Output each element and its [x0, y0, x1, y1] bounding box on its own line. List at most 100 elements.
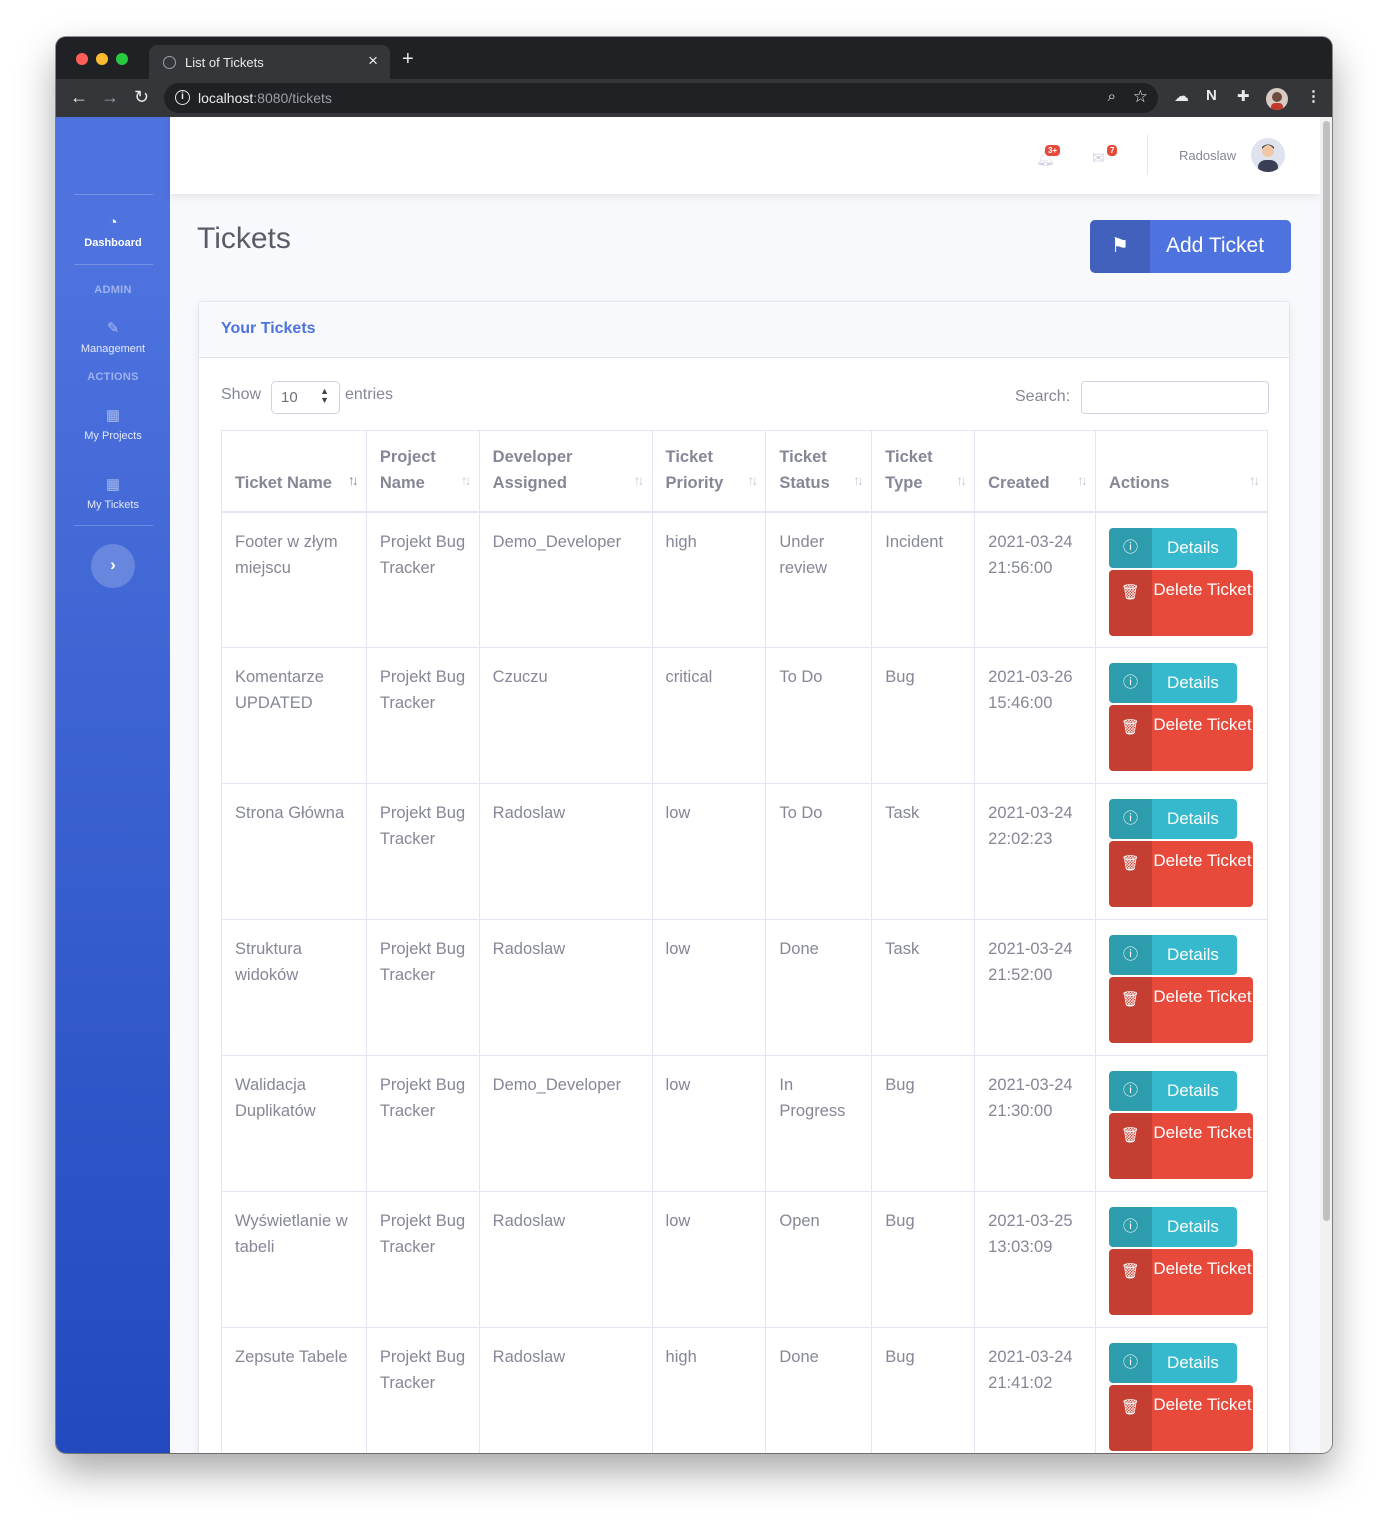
browser-toolbar: ← → ↻ i localhost:8080/tickets ⌕ ☆ ☁ N ✚… [56, 79, 1332, 117]
extensions-puzzle-icon[interactable]: ✚ [1237, 87, 1250, 105]
cell-type: Bug [871, 1191, 976, 1328]
site-info-icon[interactable]: i [175, 90, 190, 105]
forward-icon[interactable]: → [101, 87, 119, 108]
maximize-window-button[interactable] [116, 53, 128, 65]
entries-select[interactable]: 10 ▲ ▼ [271, 381, 340, 414]
search-label: Search: [1015, 388, 1071, 405]
info-circle-icon: ⓘ [1108, 663, 1152, 703]
info-circle-icon: ⓘ [1108, 799, 1152, 839]
sort-icon: ↑↓ [747, 471, 758, 488]
column-header-project-name[interactable]: Project Name ↑↓ [365, 430, 480, 513]
delete-ticket-button[interactable]: 🗑︎ Delete Ticket [1108, 1385, 1253, 1451]
tab-bar: List of Tickets × + [56, 37, 1332, 79]
table-icon: ▦ [105, 476, 121, 493]
sort-icon: ↑↓ [1076, 471, 1088, 488]
column-header-created[interactable]: Created ↑↓ [974, 430, 1096, 513]
scrollbar-thumb[interactable] [1323, 121, 1330, 1221]
alerts-badge: 3+ [1045, 145, 1061, 156]
details-button[interactable]: ⓘ Details [1108, 527, 1237, 568]
cell-actions: ⓘ Details 🗑︎ Delete Ticket [1094, 1055, 1269, 1192]
cell-type: Bug [871, 1055, 976, 1192]
sort-icon: ↑↓ [460, 471, 472, 488]
cell-status: To Do [765, 647, 873, 784]
new-tab-button[interactable]: + [402, 48, 414, 71]
cell-priority: high [651, 511, 767, 648]
cell-type: Incident [871, 511, 976, 648]
details-button[interactable]: ⓘ Details [1108, 1071, 1237, 1111]
sidebar-item-dashboard[interactable]: ◔ Dashboard [56, 214, 170, 249]
cell-ticket-name: Walidacja Duplikatów [221, 1055, 367, 1192]
bookmark-star-icon[interactable]: ☆ [1133, 87, 1148, 107]
cell-ticket-name: Struktura widoków [221, 919, 367, 1056]
topbar: 🔔︎ 3+ ✉ 7 Radoslaw [170, 117, 1320, 194]
cell-created: 2021-03-26 15:46:00 [974, 647, 1096, 784]
cell-ticket-name: Zepsute Tabele [221, 1327, 367, 1453]
address-bar[interactable]: i localhost:8080/tickets ⌕ ☆ [164, 83, 1158, 113]
column-header-priority[interactable]: Ticket Priority ↑↓ [651, 430, 767, 513]
delete-ticket-button[interactable]: 🗑︎ Delete Ticket [1108, 977, 1253, 1043]
reload-icon[interactable]: ↻ [134, 87, 149, 108]
details-button[interactable]: ⓘ Details [1108, 799, 1237, 839]
close-window-button[interactable] [76, 53, 88, 65]
cell-created: 2021-03-24 21:52:00 [974, 919, 1096, 1056]
details-button[interactable]: ⓘ Details [1108, 1207, 1237, 1247]
delete-ticket-button[interactable]: 🗑︎ Delete Ticket [1108, 1249, 1253, 1315]
column-header-status[interactable]: Ticket Status ↑↓ [765, 430, 873, 513]
cell-priority: critical [651, 647, 767, 784]
user-avatar[interactable] [1251, 138, 1285, 172]
notion-extension-icon[interactable]: N [1206, 87, 1217, 104]
sidebar-toggle-button[interactable]: › [91, 544, 135, 588]
trash-icon: 🗑︎ [1108, 705, 1152, 771]
browser-menu-icon[interactable]: ⋮ [1306, 87, 1321, 105]
trash-icon: 🗑︎ [1108, 1249, 1152, 1315]
cell-type: Task [871, 919, 976, 1056]
cell-ticket-name: Komentarze UPDATED [221, 647, 367, 784]
info-circle-icon: ⓘ [1108, 527, 1152, 568]
sidebar-heading-actions: ACTIONS [87, 371, 139, 383]
profile-avatar[interactable] [1266, 88, 1288, 110]
trash-icon: 🗑︎ [1108, 1385, 1152, 1451]
back-icon[interactable]: ← [70, 87, 88, 108]
trash-icon: 🗑︎ [1108, 569, 1152, 636]
sidebar-item-management[interactable]: ✎ Management [56, 319, 170, 355]
add-ticket-button[interactable]: ⚑ Add Ticket [1090, 220, 1291, 273]
delete-ticket-button[interactable]: 🗑︎ Delete Ticket [1108, 569, 1253, 636]
close-tab-icon[interactable]: × [368, 51, 378, 71]
cell-developer: Czuczu [478, 647, 653, 784]
sidebar-divider [74, 525, 153, 526]
table-icon: ▦ [105, 407, 121, 424]
table-row: Komentarze UPDATED Projekt Bug Tracker C… [221, 647, 1269, 784]
minimize-window-button[interactable] [96, 53, 108, 65]
details-button[interactable]: ⓘ Details [1108, 935, 1237, 975]
sidebar-item-my-tickets[interactable]: ▦ My Tickets [56, 475, 170, 511]
delete-ticket-button[interactable]: 🗑︎ Delete Ticket [1108, 705, 1253, 771]
info-circle-icon: ⓘ [1108, 1343, 1152, 1383]
column-header-type[interactable]: Ticket Type ↑↓ [871, 430, 976, 513]
sidebar-item-label: Management [80, 343, 146, 355]
zoom-icon[interactable]: ⌕ [1108, 88, 1116, 105]
cell-developer: Radoslaw [478, 1327, 653, 1453]
cell-actions: ⓘ Details 🗑︎ Delete Ticket [1094, 919, 1269, 1056]
column-header-ticket-name[interactable]: Ticket Name ↑↓ [221, 430, 367, 513]
trash-icon: 🗑︎ [1108, 977, 1152, 1043]
page-scrollbar[interactable] [1320, 117, 1332, 1453]
details-button[interactable]: ⓘ Details [1108, 1343, 1237, 1383]
delete-ticket-button[interactable]: 🗑︎ Delete Ticket [1108, 1113, 1253, 1179]
column-header-developer[interactable]: Developer Assigned ↑↓ [478, 430, 653, 513]
sidebar-item-my-projects[interactable]: ▦ My Projects [56, 406, 170, 442]
envelope-icon[interactable]: ✉ [1092, 149, 1105, 167]
browser-tab[interactable]: List of Tickets × [149, 45, 390, 79]
cell-status: Done [765, 1327, 873, 1453]
column-header-actions[interactable]: Actions ↑↓ [1094, 430, 1269, 513]
browser-window: List of Tickets × + ← → ↻ i localhost:80… [56, 37, 1332, 1453]
extension-icon[interactable]: ☁ [1174, 87, 1189, 105]
page-viewport: ◔ Dashboard ADMIN ✎ Management ACTIONS ▦… [56, 117, 1332, 1453]
search-input[interactable] [1081, 381, 1269, 414]
user-name[interactable]: Radoslaw [1179, 148, 1236, 163]
details-button[interactable]: ⓘ Details [1108, 663, 1237, 703]
show-label: Show [221, 386, 262, 403]
window-controls [76, 53, 128, 65]
entries-value: 10 [281, 389, 298, 406]
cell-actions: ⓘ Details 🗑︎ Delete Ticket [1094, 783, 1269, 920]
delete-ticket-button[interactable]: 🗑︎ Delete Ticket [1108, 841, 1253, 907]
